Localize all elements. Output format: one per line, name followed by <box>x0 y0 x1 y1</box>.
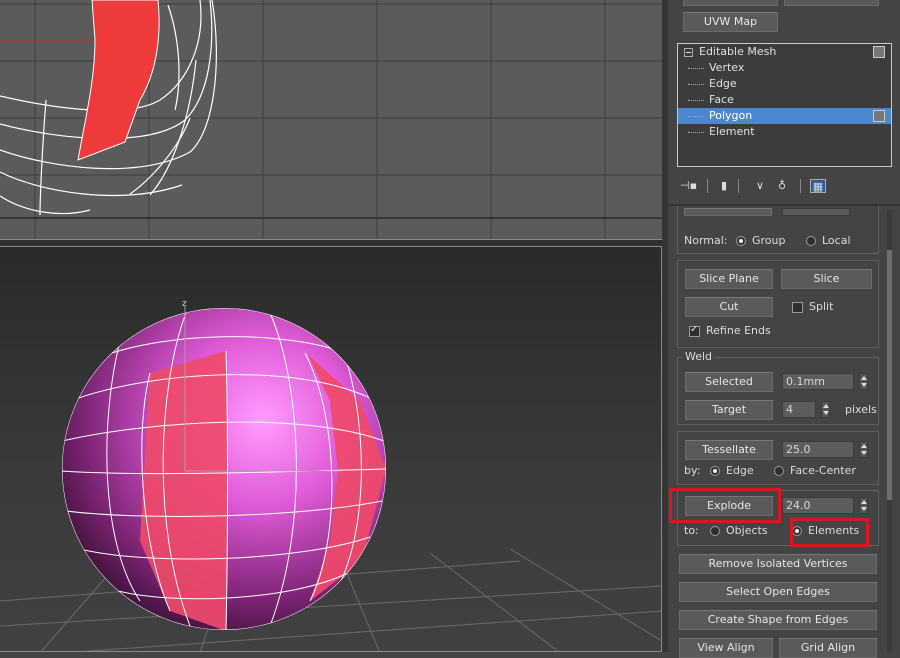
configure-modifier-sets-icon[interactable]: ▦ <box>810 179 826 193</box>
stack-item-label: Editable Mesh <box>699 45 777 58</box>
weld-selected-button[interactable]: Selected <box>685 372 773 392</box>
explode-objects-label: Objects <box>726 524 768 537</box>
normal-local-radio[interactable] <box>806 236 816 246</box>
stack-subitem-label: Polygon <box>709 109 753 122</box>
tessellate-edge-radio[interactable] <box>710 466 720 476</box>
split-label: Split <box>809 300 834 313</box>
perspective-viewport[interactable]: z <box>0 246 662 652</box>
create-shape-from-edges-button[interactable]: Create Shape from Edges <box>679 610 877 630</box>
top-viewport-canvas <box>0 0 662 239</box>
split-checkbox[interactable] <box>792 302 803 313</box>
stack-subitem-label: Element <box>709 125 755 138</box>
weld-title: Weld <box>683 350 715 363</box>
weld-target-unit: pixels <box>845 403 877 416</box>
slice-plane-button[interactable]: Slice Plane <box>685 269 773 289</box>
stack-subitem-label: Edge <box>709 77 737 90</box>
collapse-icon[interactable] <box>684 48 693 57</box>
view-align-button[interactable]: View Align <box>679 638 773 658</box>
explode-objects-radio[interactable] <box>710 526 720 536</box>
explode-angle-field[interactable]: 24.0 <box>782 497 854 514</box>
weld-threshold-field[interactable]: 0.1mm <box>782 373 854 390</box>
tessellate-face-center-radio[interactable] <box>774 466 784 476</box>
stack-subitem-vertex[interactable]: Vertex <box>678 60 891 76</box>
tessellate-face-center-label: Face-Center <box>790 464 856 477</box>
refine-ends-checkbox[interactable] <box>689 324 700 337</box>
subobject-toggle-icon[interactable] <box>873 110 885 122</box>
modifier-stack[interactable]: Editable Mesh Vertex Edge Face Polygon E… <box>677 43 892 167</box>
tessellate-tension-field[interactable]: 25.0 <box>782 441 854 458</box>
explode-to-label: to: <box>684 524 699 537</box>
stack-item-editable-mesh[interactable]: Editable Mesh <box>678 44 891 60</box>
explode-button-highlight <box>669 488 781 523</box>
tessellate-spinner[interactable] <box>859 441 868 458</box>
weld-target-button[interactable]: Target <box>685 400 773 420</box>
stack-subitem-edge[interactable]: Edge <box>678 76 891 92</box>
axis-z-label: z <box>182 299 187 309</box>
explode-spinner[interactable] <box>859 497 868 514</box>
weld-threshold-spinner[interactable] <box>859 373 868 390</box>
normal-group-label: Group <box>752 234 786 247</box>
panel-button-partial[interactable] <box>683 0 778 6</box>
stack-subitem-element[interactable]: Element <box>678 124 891 140</box>
uvw-map-button[interactable]: UVW Map <box>683 12 778 32</box>
viewport-area[interactable]: z <box>0 0 662 652</box>
weld-target-spinner[interactable] <box>821 401 830 418</box>
command-panel: UVW Map Editable Mesh Vertex Edge Face P… <box>668 0 900 658</box>
remove-modifier-icon[interactable]: ♁ <box>774 179 790 193</box>
panel-scrollbar-thumb[interactable] <box>887 250 892 500</box>
refine-ends-label: Refine Ends <box>706 324 771 337</box>
show-end-result-icon[interactable]: ▮ <box>716 179 732 193</box>
stack-subitem-label: Face <box>709 93 734 106</box>
normal-label: Normal: <box>684 234 728 247</box>
top-viewport[interactable] <box>0 0 662 240</box>
stack-subitem-label: Vertex <box>709 61 745 74</box>
stack-subitem-polygon[interactable]: Polygon <box>678 108 891 124</box>
cut-button[interactable]: Cut <box>685 297 773 317</box>
normal-group-radio[interactable] <box>736 236 746 246</box>
normal-local-label: Local <box>822 234 851 247</box>
partial-field[interactable] <box>782 208 850 216</box>
slice-button[interactable]: Slice <box>781 269 872 289</box>
modifier-toggle-icon[interactable] <box>873 46 885 58</box>
stack-subitem-face[interactable]: Face <box>678 92 891 108</box>
pin-stack-icon[interactable]: ⊣▪ <box>680 179 697 193</box>
perspective-canvas: z <box>0 299 661 651</box>
select-open-edges-button[interactable]: Select Open Edges <box>679 582 877 602</box>
remove-isolated-vertices-button[interactable]: Remove Isolated Vertices <box>679 554 877 574</box>
tessellate-edge-label: Edge <box>726 464 754 477</box>
make-unique-icon[interactable]: ∨ <box>752 179 768 193</box>
partial-button[interactable] <box>684 208 772 216</box>
grid-align-button[interactable]: Grid Align <box>779 638 877 658</box>
elements-option-highlight <box>790 518 869 547</box>
weld-target-field[interactable]: 4 <box>782 401 816 418</box>
tessellate-button[interactable]: Tessellate <box>685 440 773 460</box>
tessellate-by-label: by: <box>684 464 701 477</box>
panel-button-partial-2[interactable] <box>784 0 879 6</box>
